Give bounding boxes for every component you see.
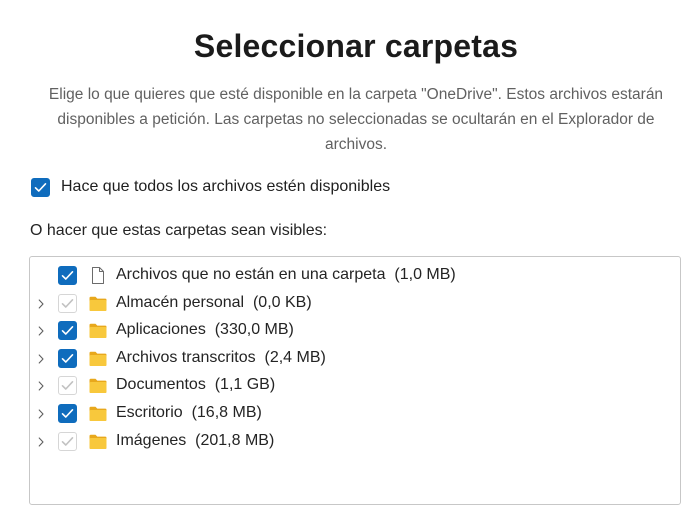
tree-row[interactable]: Aplicaciones (330,0 MB) [30,317,680,344]
checkmark-icon [61,353,74,363]
folder-checkbox[interactable] [58,266,77,285]
folder-checkbox [58,431,77,451]
folder-checkbox [58,376,77,396]
make-all-available-checkbox[interactable] [31,177,50,197]
folder-label: Aplicaciones (330,0 MB) [116,321,294,339]
folder-name: Archivos que no están en una carpeta [116,266,386,283]
chevron-right-icon[interactable] [35,408,47,420]
chevron-right-icon[interactable] [35,353,47,365]
folder-label: Archivos transcritos (2,4 MB) [116,349,326,367]
folder-name: Escritorio [116,404,183,421]
checkmark-icon [34,182,47,192]
chevron-right-icon[interactable] [35,380,47,392]
checkmark-icon [61,298,74,308]
folder-tree[interactable]: Archivos que no están en una carpeta (1,… [29,256,681,505]
folder-checkbox[interactable] [58,348,77,368]
checkmark-icon [61,436,74,446]
dialog-description: Elige lo que quieres que esté disponible… [48,86,664,153]
folder-name: Archivos transcritos [116,348,256,366]
folder-size: (201,8 MB) [195,431,275,449]
tree-row[interactable]: Archivos que no están en una carpeta (1,… [30,262,680,289]
folder-size: (0,0 KB) [252,293,312,311]
tree-row[interactable]: Imágenes (201,8 MB) [30,428,680,455]
make-all-available-option[interactable]: Hace que todos los archivos estén dispon… [31,176,390,198]
select-folders-dialog: Seleccionar carpetas Elige lo que quiere… [0,0,690,517]
checkmark-icon [61,381,74,391]
folder-icon [89,434,107,449]
folder-label: Imágenes (201,8 MB) [116,432,274,450]
folder-label: Archivos que no están en una carpeta (1,… [116,266,456,284]
folder-name: Documentos [116,376,206,394]
tree-row[interactable]: Almacén personal (0,0 KB) [30,290,680,317]
folder-icon [89,323,107,339]
checkmark-icon [61,409,74,418]
folder-label: Almacén personal (0,0 KB) [116,294,312,312]
tree-row[interactable]: Archivos transcritos (2,4 MB) [30,345,680,372]
folder-checkbox [58,293,77,313]
folder-label: Documentos (1,1 GB) [116,376,275,394]
folder-name: Imágenes [116,431,187,449]
dialog-title: Seleccionar carpetas [193,28,519,64]
chevron-right-icon[interactable] [35,325,47,337]
chevron-right-icon[interactable] [35,298,47,310]
folder-size: (2,4 MB) [264,348,326,366]
folder-size: (1,0 MB) [394,266,456,283]
folder-icon [89,351,107,366]
chevron-right-icon[interactable] [35,436,47,448]
file-icon [92,267,104,284]
folder-icon [89,379,107,394]
make-all-available-label: Hace que todos los archivos estén dispon… [61,178,391,195]
checkmark-icon [61,271,74,280]
folder-size: (330,0 MB) [214,321,294,339]
folder-name: Aplicaciones [116,321,206,339]
folder-size: (1,1 GB) [214,376,276,394]
folder-checkbox[interactable] [58,404,77,423]
tree-row[interactable]: Escritorio (16,8 MB) [30,400,680,427]
folder-icon [89,406,107,421]
folder-icon [89,296,107,311]
checkmark-icon [61,326,74,335]
folder-checkbox[interactable] [58,321,77,341]
tree-row[interactable]: Documentos (1,1 GB) [30,372,680,399]
folder-label: Escritorio (16,8 MB) [116,404,262,422]
folders-subtitle: O hacer que estas carpetas sean visibles… [30,222,328,239]
folder-size: (16,8 MB) [191,404,262,421]
folder-name: Almacén personal [116,293,245,311]
